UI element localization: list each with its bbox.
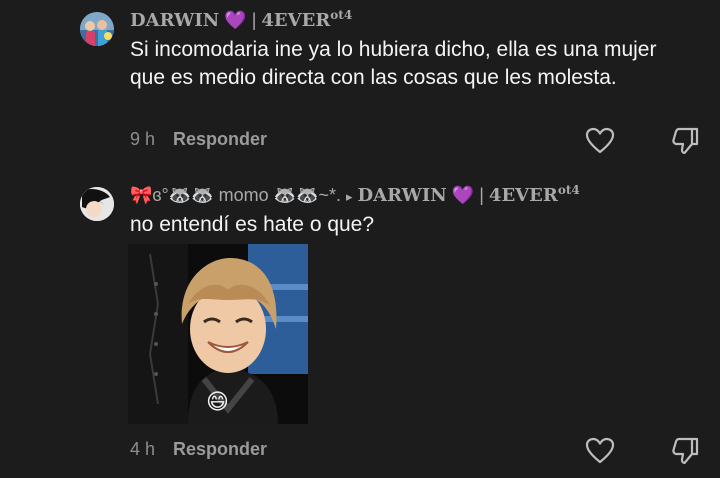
username-tag: 4EVER bbox=[261, 10, 331, 31]
reply-to-tag-sup: ot4 bbox=[557, 183, 580, 197]
reply-button[interactable]: Responder bbox=[173, 439, 267, 459]
avatar[interactable] bbox=[80, 12, 114, 46]
like-heart-icon[interactable] bbox=[584, 125, 616, 157]
comment-meta: 9 h Responder bbox=[130, 129, 267, 150]
reply-to-separator: | bbox=[479, 185, 484, 205]
username-separator: | bbox=[251, 10, 257, 30]
username-tag-sup: ot4 bbox=[330, 8, 353, 22]
username-name: momo bbox=[218, 185, 269, 205]
comment-username[interactable]: 🎀ɞ°🦝🦝 momo 🦝🦝~*. ▸ DARWIN 💜 | 4EVERot4 bbox=[130, 183, 580, 206]
comment-time: 9 h bbox=[130, 129, 156, 149]
username-prefix: 🎀ɞ°🦝🦝 bbox=[130, 185, 214, 205]
purple-heart-icon: 💜 bbox=[451, 185, 475, 205]
comment-time: 4 h bbox=[130, 439, 156, 459]
reply-button[interactable]: Responder bbox=[173, 129, 267, 149]
comment-username[interactable]: DARWIN 💜 | 4EVERot4 bbox=[130, 8, 352, 31]
grinning-emoji-icon: 😄 bbox=[206, 389, 229, 414]
avatar[interactable] bbox=[80, 187, 114, 221]
reply-arrow-icon: ▸ bbox=[345, 189, 353, 204]
comment-meta: 4 h Responder bbox=[130, 439, 267, 460]
thumbs-down-icon[interactable] bbox=[670, 125, 702, 157]
thumbs-down-icon[interactable] bbox=[670, 435, 702, 467]
purple-heart-icon: 💜 bbox=[224, 10, 247, 30]
like-heart-icon[interactable] bbox=[584, 435, 616, 467]
username-suffix: 🦝🦝~*. bbox=[273, 185, 341, 205]
reply-to-name[interactable]: DARWIN bbox=[358, 185, 447, 206]
comment-text: Si incomodaria ine ya lo hubiera dicho, … bbox=[130, 38, 657, 89]
reply-to-tag: 4EVER bbox=[488, 185, 558, 206]
comment-media-image[interactable]: 😄 bbox=[128, 244, 308, 424]
username-name: DARWIN bbox=[130, 10, 220, 31]
comment-text: no entendí es hate o que? bbox=[130, 213, 375, 236]
